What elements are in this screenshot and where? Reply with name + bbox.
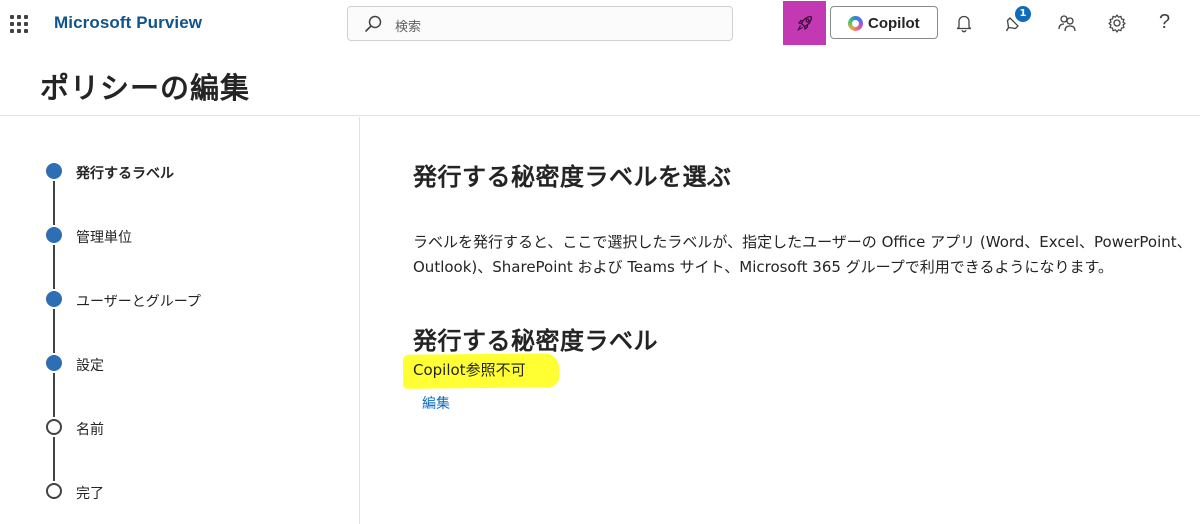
copilot-label: Copilot <box>868 15 920 32</box>
step-dot-empty <box>46 419 62 435</box>
step-publish-labels[interactable]: 発行するラベル <box>46 161 346 182</box>
step-dot-filled <box>46 227 62 243</box>
search-placeholder: 検索 <box>395 20 422 35</box>
search-icon <box>365 15 382 32</box>
title-bar: ポリシーの編集 <box>0 48 1200 116</box>
step-label: 設定 <box>76 358 104 374</box>
bell-icon[interactable] <box>953 12 975 34</box>
step-label: 管理単位 <box>76 230 132 246</box>
step-dot-filled <box>46 291 62 307</box>
step-dot-empty <box>46 483 62 499</box>
search-input[interactable]: 検索 <box>347 6 733 41</box>
step-dot-filled <box>46 355 62 371</box>
people-icon[interactable] <box>1056 12 1078 34</box>
step-connector <box>53 181 55 225</box>
step-settings[interactable]: 設定 <box>46 353 346 374</box>
step-connector <box>53 309 55 353</box>
wizard-stepper: 発行するラベル 管理単位 ユーザーとグループ 設定 名前 完了 <box>0 117 360 524</box>
help-icon[interactable]: ? <box>1159 11 1170 34</box>
step-finish[interactable]: 完了 <box>46 481 346 502</box>
step-label: ユーザーとグループ <box>76 294 201 310</box>
step-dot-filled <box>46 163 62 179</box>
section-heading: 発行する秘密度ラベルを選ぶ <box>413 163 732 191</box>
copilot-button[interactable]: Copilot <box>830 6 938 39</box>
waffle-icon[interactable] <box>9 14 29 34</box>
copilot-logo-icon <box>848 16 863 31</box>
app-name[interactable]: Microsoft Purview <box>54 13 202 33</box>
step-users-groups[interactable]: ユーザーとグループ <box>46 289 346 310</box>
step-connector <box>53 245 55 289</box>
main-content: 発行する秘密度ラベルを選ぶ ラベルを発行すると、ここで選択したラベルが、指定した… <box>361 117 1200 524</box>
top-bar: Microsoft Purview 検索 Copilot 1 ? <box>0 0 1200 48</box>
step-label: 発行するラベル <box>76 166 174 182</box>
step-connector <box>53 437 55 481</box>
rocket-icon <box>797 15 813 31</box>
rocket-button[interactable] <box>783 1 826 45</box>
step-name[interactable]: 名前 <box>46 417 346 438</box>
selected-label-name: Copilot参照不可 <box>413 361 526 379</box>
section-description: ラベルを発行すると、ここで選択したラベルが、指定したユーザーの Office ア… <box>413 233 1192 276</box>
gear-icon[interactable] <box>1106 12 1128 34</box>
edit-link[interactable]: 編集 <box>422 393 450 413</box>
step-connector <box>53 373 55 417</box>
page-title: ポリシーの編集 <box>40 71 251 105</box>
step-label: 完了 <box>76 486 104 502</box>
notification-badge: 1 <box>1015 6 1031 22</box>
step-label: 名前 <box>76 422 104 438</box>
step-admin-units[interactable]: 管理単位 <box>46 225 346 246</box>
labels-subheading: 発行する秘密度ラベル <box>413 327 658 355</box>
